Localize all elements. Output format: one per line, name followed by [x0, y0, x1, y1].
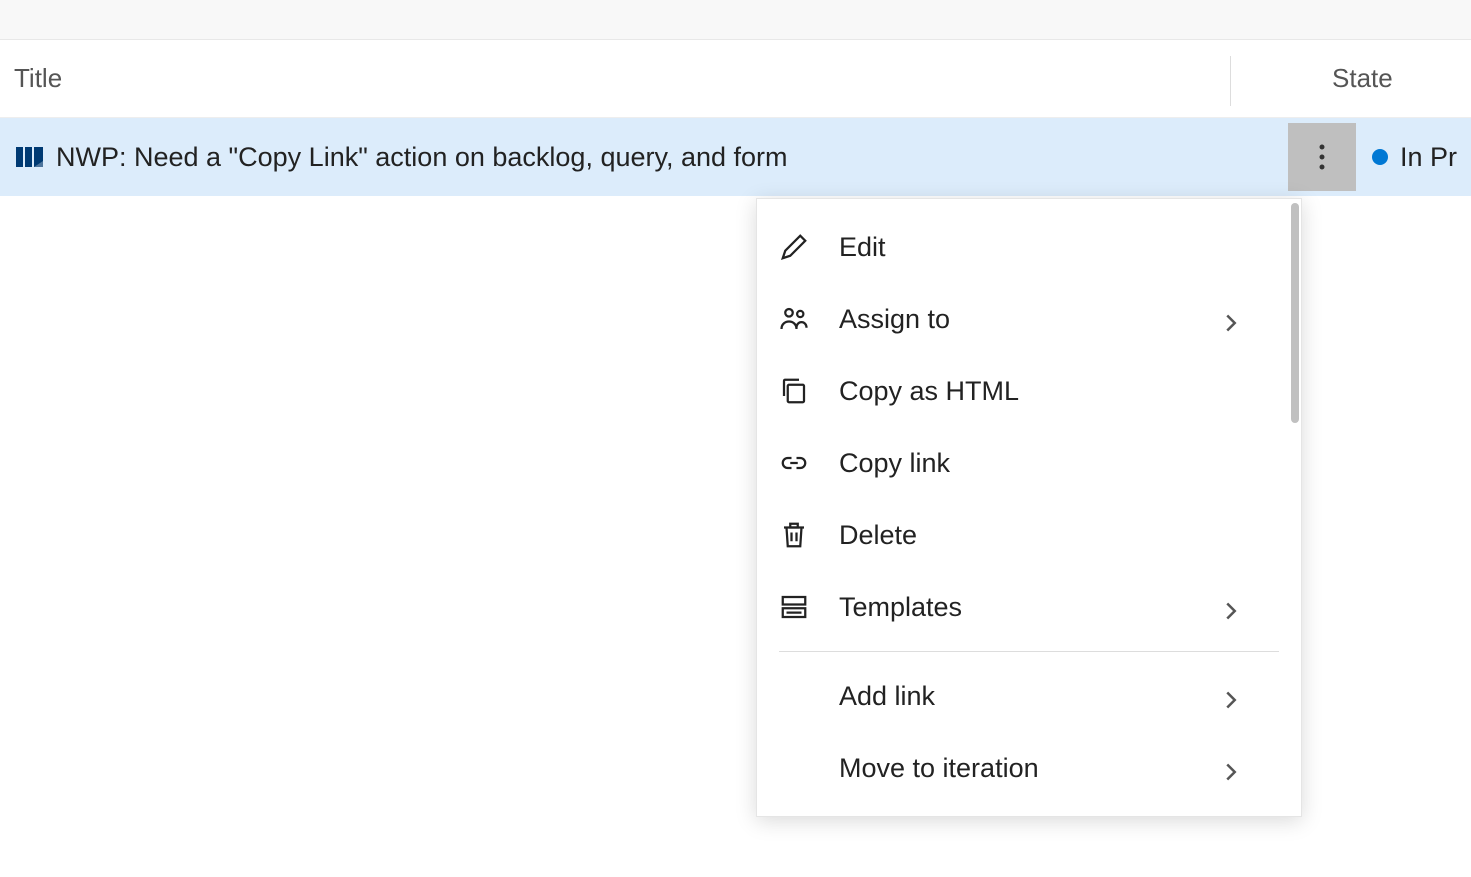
menu-item-add-link[interactable]: Add link: [757, 660, 1301, 732]
state-indicator-dot: [1372, 149, 1388, 165]
menu-label: Add link: [839, 681, 1221, 712]
menu-item-delete[interactable]: Delete: [757, 499, 1301, 571]
menu-divider: [779, 651, 1279, 652]
people-icon: [779, 304, 809, 334]
menu-item-edit[interactable]: Edit: [757, 211, 1301, 283]
menu-item-copy-html[interactable]: Copy as HTML: [757, 355, 1301, 427]
menu-item-move-iteration[interactable]: Move to iteration: [757, 732, 1301, 804]
work-item-row[interactable]: NWP: Need a "Copy Link" action on backlo…: [0, 118, 1471, 196]
column-divider: [1230, 56, 1231, 106]
context-menu: Edit Assign to Copy as HTML: [756, 198, 1302, 817]
chevron-right-icon: [1221, 597, 1241, 617]
copy-icon: [779, 376, 809, 406]
menu-label: Copy link: [839, 448, 1279, 479]
work-item-title: NWP: Need a "Copy Link" action on backlo…: [56, 142, 1288, 173]
chevron-right-icon: [1221, 686, 1241, 706]
menu-item-templates[interactable]: Templates: [757, 571, 1301, 643]
menu-item-copy-link[interactable]: Copy link: [757, 427, 1301, 499]
trash-icon: [779, 520, 809, 550]
menu-label: Templates: [839, 592, 1221, 623]
column-header-state[interactable]: State: [1232, 63, 1393, 94]
menu-label: Copy as HTML: [839, 376, 1279, 407]
menu-label: Edit: [839, 232, 1279, 263]
column-header-title[interactable]: Title: [14, 63, 1232, 94]
template-icon: [779, 592, 809, 622]
chevron-right-icon: [1221, 758, 1241, 778]
menu-item-assign-to[interactable]: Assign to: [757, 283, 1301, 355]
menu-label: Move to iteration: [839, 753, 1221, 784]
pencil-icon: [779, 232, 809, 262]
menu-label: Delete: [839, 520, 1279, 551]
work-item-state-cell: In Pr: [1366, 142, 1457, 173]
work-item-state-text: In Pr: [1400, 142, 1457, 173]
more-actions-button[interactable]: [1288, 123, 1356, 191]
top-toolbar: [0, 0, 1471, 40]
chevron-right-icon: [1221, 309, 1241, 329]
more-vertical-icon: [1319, 144, 1325, 170]
menu-label: Assign to: [839, 304, 1221, 335]
link-icon: [779, 448, 809, 478]
work-item-type-icon: [14, 145, 46, 169]
column-header-row: Title State: [0, 40, 1471, 118]
